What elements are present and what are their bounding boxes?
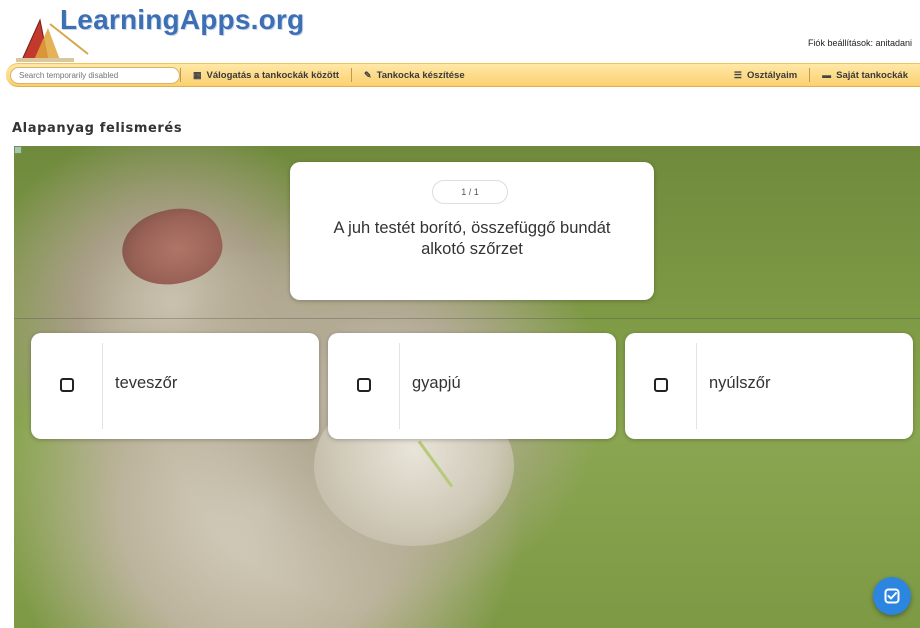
checkbox-icon[interactable]: [357, 378, 371, 392]
check-square-icon: [884, 588, 900, 604]
logo-text[interactable]: LearningApps.org: [60, 4, 304, 36]
fullscreen-icon[interactable]: [14, 146, 22, 154]
checkbox-icon[interactable]: [60, 378, 74, 392]
option-divider: [696, 343, 697, 429]
site-header: LearningApps.org Fiók beállítások: anita…: [0, 0, 920, 96]
question-counter: 1 / 1: [432, 180, 508, 204]
check-answer-button[interactable]: [873, 577, 911, 615]
sheep-ear-image: [114, 199, 230, 295]
nav-create-app[interactable]: ✎ Tankocka készítése: [352, 67, 477, 83]
quiz-app-area: 1 / 1 A juh testét borító, összefüggő bu…: [14, 146, 920, 628]
main-navbar: ▦ Válogatás a tankockák között ✎ Tankock…: [6, 63, 920, 87]
list-icon: ☰: [733, 69, 742, 80]
nav-browse-apps-label: Válogatás a tankockák között: [206, 69, 340, 81]
account-settings-link[interactable]: Fiók beállítások: anitadani: [808, 38, 912, 48]
question-card: 1 / 1 A juh testét borító, összefüggő bu…: [290, 162, 654, 300]
question-text: A juh testét borító, összefüggő bundát a…: [333, 219, 611, 258]
nav-my-classes[interactable]: ☰ Osztályaim: [722, 67, 809, 83]
nav-my-apps[interactable]: ▬ Saját tankockák: [810, 67, 920, 83]
answer-option-teveszor[interactable]: teveszőr: [31, 333, 319, 439]
option-divider: [102, 343, 103, 429]
app-title: Alapanyag felismerés: [12, 121, 183, 136]
answer-option-gyapju[interactable]: gyapjú: [328, 333, 616, 439]
pencil-icon: ✎: [364, 69, 372, 80]
option-divider: [399, 343, 400, 429]
search-input[interactable]: [10, 66, 180, 84]
nav-my-classes-label: Osztályaim: [747, 69, 798, 81]
answer-option-nyulszor[interactable]: nyúlszőr: [625, 333, 913, 439]
checkbox-icon[interactable]: [654, 378, 668, 392]
nav-browse-apps[interactable]: ▦ Válogatás a tankockák között: [181, 67, 351, 83]
background-divider: [14, 318, 920, 319]
answer-option-label: teveszőr: [115, 374, 178, 392]
folder-icon: ▬: [822, 70, 832, 80]
answer-option-label: gyapjú: [412, 374, 461, 392]
nav-create-app-label: Tankocka készítése: [376, 69, 465, 81]
nav-my-apps-label: Saját tankockák: [836, 69, 908, 81]
grid-icon: ▦: [193, 69, 202, 80]
page: LearningApps.org Fiók beállítások: anita…: [0, 0, 920, 628]
answer-option-label: nyúlszőr: [709, 374, 771, 392]
